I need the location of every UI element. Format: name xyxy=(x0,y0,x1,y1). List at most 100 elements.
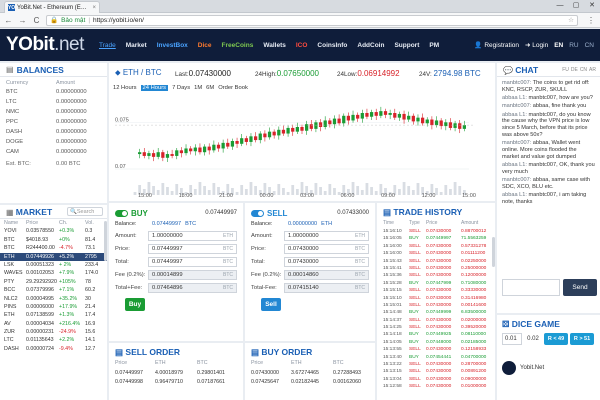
market-volume: 14.1 xyxy=(85,337,96,344)
tab-6m[interactable]: 6M xyxy=(206,85,214,91)
market-row[interactable]: ETH 0.07449926 +5.2% 2795 xyxy=(0,252,107,261)
nav-trade[interactable]: Trade xyxy=(94,42,121,49)
trade-history-scrollbar[interactable] xyxy=(492,237,495,267)
buy-toggle[interactable] xyxy=(115,209,128,217)
nav-wallets[interactable]: Wallets xyxy=(258,42,291,49)
chat-user[interactable]: manbtc007: xyxy=(502,103,531,109)
market-icon: ▦ xyxy=(6,207,16,217)
market-row[interactable]: AV 0.00004034 +216.4% 16.9 xyxy=(0,320,107,328)
dice-amount-select[interactable]: 0.01 xyxy=(502,333,522,345)
close-window-icon[interactable]: ✕ xyxy=(584,0,600,12)
tab-close-icon[interactable]: × xyxy=(92,5,96,11)
browser-tab[interactable]: YO YoBit.Net - Ethereum (E… × xyxy=(4,1,100,13)
sell-amount-input[interactable]: 1.00000000 ETH xyxy=(284,230,369,241)
balances-title: BALANCES xyxy=(16,64,64,75)
chat-lang-fu[interactable]: FU xyxy=(562,67,569,73)
chat-user[interactable]: manbtc007: xyxy=(502,177,531,183)
nav-dice[interactable]: Dice xyxy=(193,42,217,49)
buy-amount-input[interactable]: 1.00000000 ETH xyxy=(148,230,237,241)
order-eth: 3.67274465 xyxy=(291,370,319,376)
nav-investbox[interactable]: InvestBox xyxy=(152,42,193,49)
bookmark-star-icon[interactable]: ☆ xyxy=(568,16,574,24)
order-row[interactable]: 0.07449998 0.96479710 0.07187661 xyxy=(115,378,237,387)
tab-orderbook[interactable]: Order Book xyxy=(218,85,248,91)
chat-user[interactable]: manbtc007: xyxy=(502,80,531,86)
buy-price-input[interactable]: 0.07449997 BTC xyxy=(148,243,237,254)
registration-link[interactable]: 👤 Registration xyxy=(474,41,519,49)
market-row[interactable]: YOVI 0.03578550 +0.3% 0.3 xyxy=(0,227,107,235)
nav-support[interactable]: Support xyxy=(389,42,424,49)
tab-1m[interactable]: 1M xyxy=(194,85,202,91)
nav-ico[interactable]: ICO xyxy=(291,42,313,49)
back-icon[interactable]: ← xyxy=(4,16,13,25)
market-row[interactable]: LTC 0.01135643 +2.2% 14.1 xyxy=(0,336,107,344)
chat-user[interactable]: manbtc007: xyxy=(502,140,531,146)
market-row[interactable]: ETH 0.07138599 +1.3% 17.4 xyxy=(0,311,107,319)
sell-button[interactable]: Sell xyxy=(261,298,281,311)
chat-user[interactable]: abbaa L1: xyxy=(502,192,527,198)
nav-pm[interactable]: PM xyxy=(424,42,444,49)
nav-freecoins[interactable]: FreeCoins xyxy=(217,42,259,49)
sell-price-input[interactable]: 0.07430000 BTC xyxy=(284,243,369,254)
market-row[interactable]: DASH 0.00000724 -9.4% 12.7 xyxy=(0,345,107,353)
market-row[interactable]: PTY 29.29292920 +105% 78 xyxy=(0,278,107,286)
market-row[interactable]: WAVES 0.00102053 +7.9% 174.0 xyxy=(0,269,107,277)
candle-body xyxy=(253,136,258,141)
th-col-type: Type xyxy=(409,220,420,226)
chat-user[interactable]: abbaa L1: xyxy=(502,162,527,168)
market-search-input[interactable]: 🔍 Search xyxy=(67,207,103,216)
nav-addcoin[interactable]: AddCoin xyxy=(352,42,389,49)
sell-toggle[interactable] xyxy=(251,209,264,217)
minimize-icon[interactable]: — xyxy=(552,0,568,12)
browser-menu-icon[interactable]: ⋮ xyxy=(587,16,597,25)
market-name: LTC xyxy=(4,337,14,344)
chat-lang-de[interactable]: DE xyxy=(571,67,578,73)
chat-lang-ar[interactable]: AR xyxy=(589,67,596,73)
yobit-logo[interactable]: YObit.net xyxy=(6,34,94,56)
market-row[interactable]: NLC2 0.00004995 +35.2% 30 xyxy=(0,295,107,303)
lang-cn[interactable]: CN xyxy=(585,42,594,49)
order-row[interactable]: 0.07449997 4.00018979 0.29801401 xyxy=(115,369,237,378)
chart-panel: 12 Hours 24 Hours 7 Days 1M 6M Order Boo… xyxy=(109,83,495,201)
buy-total-input[interactable]: 0.07449997 BTC xyxy=(148,256,237,267)
chat-send-button[interactable]: Send xyxy=(563,279,597,296)
reload-icon[interactable]: C xyxy=(32,16,41,25)
market-row[interactable]: BTC $4018.93 +0% 81.4 xyxy=(0,236,107,244)
buy-amount-value: 1.00000000 xyxy=(152,232,183,239)
market-scrollbar[interactable] xyxy=(104,221,107,261)
maximize-icon[interactable]: ▢ xyxy=(568,0,584,12)
chat-user[interactable]: abbaa L1: xyxy=(502,112,527,118)
chat-lang-cn[interactable]: CN xyxy=(580,67,587,73)
sell-balance-value[interactable]: 0.00000000 xyxy=(288,221,317,227)
dice-gt-button[interactable]: R > 51 xyxy=(570,333,594,345)
market-row[interactable]: LSK 0.00051323 + 2% 233.4 xyxy=(0,261,107,269)
tab-24h[interactable]: 24 Hours xyxy=(140,85,169,91)
buy-button[interactable]: Buy xyxy=(125,298,145,311)
login-link[interactable]: ➜ Login xyxy=(525,41,548,49)
nav-coinsinfo[interactable]: CoinsInfo xyxy=(312,42,352,49)
sell-total-input[interactable]: 0.07430000 BTC xyxy=(284,256,369,267)
url-field[interactable]: 🔒 Bảo mật | https://yobit.io/en/ ☆ xyxy=(46,14,578,26)
dice-lt-button[interactable]: R < 49 xyxy=(544,333,568,345)
market-row[interactable]: ZUR 0.00000231 -24.9% 15.6 xyxy=(0,328,107,336)
market-volume: 30 xyxy=(85,295,91,302)
nav-market[interactable]: Market xyxy=(121,42,152,49)
chat-input[interactable] xyxy=(502,279,560,296)
tab-12h[interactable]: 12 Hours xyxy=(113,85,137,91)
forward-icon[interactable]: → xyxy=(18,16,27,25)
market-volume: 17.4 xyxy=(85,312,96,319)
market-row[interactable]: PINS 0.00006000 +17.9% 21.4 xyxy=(0,303,107,311)
order-row[interactable]: 0.07425647 0.02182445 0.00162060 xyxy=(251,378,369,387)
market-volume: 78 xyxy=(85,278,91,285)
order-row[interactable]: 0.07430000 3.67274465 0.27288493 xyxy=(251,369,369,378)
tab-7d[interactable]: 7 Days xyxy=(172,85,190,91)
market-row[interactable]: BCC 0.07379996 +7.1% 60.2 xyxy=(0,286,107,294)
buy-balance-value[interactable]: 0.07449997 xyxy=(152,221,181,227)
trade-time: 15:13:55 xyxy=(383,347,402,353)
market-row[interactable]: BTC R244400.00 -4.7% 73.1 xyxy=(0,244,107,252)
lang-ru[interactable]: RU xyxy=(569,42,578,49)
trade-price: 0.07430000 xyxy=(426,243,452,249)
lang-en[interactable]: EN xyxy=(554,42,563,49)
trade-row: 15:14:37 SELL 0.07430000 0.02000000 xyxy=(383,317,495,324)
chat-user[interactable]: abbaa L1: xyxy=(502,95,527,101)
